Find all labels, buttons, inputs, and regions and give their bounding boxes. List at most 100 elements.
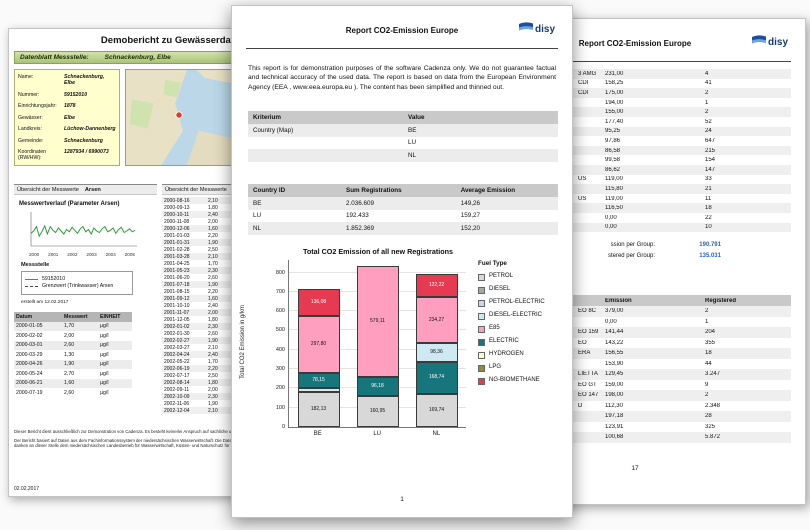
bar-segment-ng-biomethane: 122,22 (416, 274, 458, 298)
bar-segment-e85: 234,27 (416, 297, 458, 342)
registered-cell: 33 (701, 176, 787, 182)
registered-cell: 2.348 (701, 403, 787, 409)
info-field-row: Name:Schnackenburg, Elbe (18, 74, 116, 86)
table-row: 2000-01-051,70µg/l (14, 322, 132, 332)
x-tick-label: 2001 (48, 252, 58, 257)
diesel-swatch (478, 287, 485, 294)
bar-plot: 0100200300400500600700800182,1378,15297,… (288, 260, 466, 428)
bar-segment-diesel-electric: 98,36 (416, 343, 458, 362)
emission-cell: 0,00 (601, 224, 701, 230)
measure-table: DatumMesswertEINHEIT2000-01-051,70µg/l20… (14, 312, 132, 398)
date-cell: 2002-03-27 (162, 345, 208, 351)
registered-cell: 2 (701, 90, 787, 96)
table-cell: 149,26 (456, 200, 558, 207)
header-cell: Registered (701, 298, 787, 304)
header-cell: EINHEIT (98, 314, 128, 320)
table-cell: µg/l (98, 342, 128, 348)
registered-cell: 325 (701, 424, 787, 430)
fuel-legend-label: DIESEL-ELECTRIC (489, 312, 559, 319)
registered-cell: 1 (701, 319, 787, 325)
fuel-legend-item: NG-BIOMETHANE (478, 377, 568, 385)
fuel-legend-item: HYDROGEN (478, 351, 568, 359)
section-header-text: Übersicht der Messwerte (165, 187, 227, 193)
petrol-swatch (478, 274, 485, 281)
date-cell: 2001-04-25 (162, 261, 208, 267)
table-cell: µg/l (98, 352, 128, 358)
x-tick-label: 2002 (67, 252, 77, 257)
table-cell: 192.433 (341, 212, 456, 219)
table-cell: µg/l (98, 333, 128, 339)
bar-segment-electric: 96,18 (357, 377, 399, 396)
registered-cell: 4 (701, 71, 787, 77)
date-cell: 2002-05-22 (162, 359, 208, 365)
legend-label: 59152010 (42, 277, 124, 283)
fuel-legend-items: PETROL DIESEL PETROL-ELECTRIC DIESEL-ELECTR… (478, 273, 568, 385)
bar-segment-electric: 168,74 (416, 362, 458, 395)
field-value: 1878 (64, 103, 76, 109)
header-cell: Sum Registrations (341, 187, 456, 194)
bar-xlabels: BELUNL (288, 431, 466, 437)
date-cell: 2002-10-09 (162, 394, 208, 400)
table-cell: 1.852.369 (341, 225, 456, 232)
bar-segment-ng-biomethane: 136,08 (298, 289, 340, 315)
fuel-legend-item: PETROL (478, 273, 568, 281)
table-row: 2000-03-012,60µg/l (14, 341, 132, 351)
registered-cell: 11 (701, 196, 787, 202)
emission-cell: 112,30 (601, 403, 701, 409)
date-cell: 2001-05-23 (162, 268, 208, 274)
datasheet-value: Schnackenburg, Elbe (105, 54, 171, 61)
emission-cell: 198,00 (601, 392, 701, 398)
bar-segment-e85: 297,80 (298, 316, 340, 374)
registered-cell: 647 (701, 138, 787, 144)
bar-be: 182,1378,15297,80136,08 (298, 289, 340, 427)
registered-cell: 1 (701, 100, 787, 106)
registered-cell: 2 (701, 308, 787, 314)
total-value: 190.791 (655, 242, 721, 248)
fuel-legend-label: PETROL (489, 273, 559, 280)
table-cell: 152,20 (456, 225, 558, 232)
registered-cell: 215 (701, 148, 787, 154)
registered-cell: 18 (701, 205, 787, 211)
date-cell: 2001-01-31 (162, 240, 208, 246)
fuel-legend-item: LPG (478, 364, 568, 372)
fuel-legend-item: PETROL-ELECTRIC (478, 299, 568, 307)
table-cell: NL (403, 152, 558, 159)
emission-cell: 86,58 (601, 148, 701, 154)
bar-nl: 169,74168,7498,36234,27122,22 (416, 274, 458, 427)
summary-table: Country IDSum RegistrationsAverage Emiss… (248, 184, 558, 235)
emission-cell: 155,00 (601, 109, 701, 115)
table-cell: 2,70 (62, 371, 98, 377)
bars-container: 182,1378,15297,80136,08160,9596,18579,11… (289, 260, 466, 427)
disy-logo-text: disy (535, 24, 555, 35)
info-field-row: Koordinaten (RW/HW):1287934 / 6990073 (18, 149, 116, 161)
fuel-legend-title: Fuel Type (478, 260, 568, 267)
table-cell: NL (248, 225, 341, 232)
registered-cell: 355 (701, 340, 787, 346)
arsen-series-line (31, 226, 135, 237)
registered-cell: 41 (701, 80, 787, 86)
table-cell: 2000-02-02 (14, 333, 62, 339)
y-tick-label: 0 (263, 424, 285, 430)
table-cell: 2,60 (62, 342, 98, 348)
bar-segment-electric: 78,15 (298, 373, 340, 388)
header-cell: Kriterium (248, 114, 403, 121)
fuel-legend-item: DIESEL (478, 286, 568, 294)
lpg-swatch (478, 365, 485, 372)
bar-segment-petrol: 160,95 (357, 396, 399, 427)
emission-cell: 143,22 (601, 340, 701, 346)
y-tick-label: 500 (263, 327, 285, 333)
emission-cell: 119,00 (601, 196, 701, 202)
bar-chart-ylabel: Total CO2 Emission in g/km (240, 258, 246, 426)
y-tick-label: 200 (263, 385, 285, 391)
registered-cell: 28 (701, 413, 787, 419)
emission-cell: 99,58 (601, 157, 701, 163)
info-field-row: Gemeinde:Schnackenburg (18, 138, 116, 144)
bar-chart-title: Total CO2 Emission of all new Registrati… (258, 247, 498, 256)
line-chart-title: Messwertverlauf (Parameter Arsen) (19, 201, 120, 207)
date-cell: 2000-09-13 (162, 205, 208, 211)
table-cell: 159,27 (456, 212, 558, 219)
date-cell: 2001-01-03 (162, 233, 208, 239)
registered-cell: 52 (701, 119, 787, 125)
fuel-legend-item: E85 (478, 325, 568, 333)
header-cell: Average Emission (456, 187, 558, 194)
